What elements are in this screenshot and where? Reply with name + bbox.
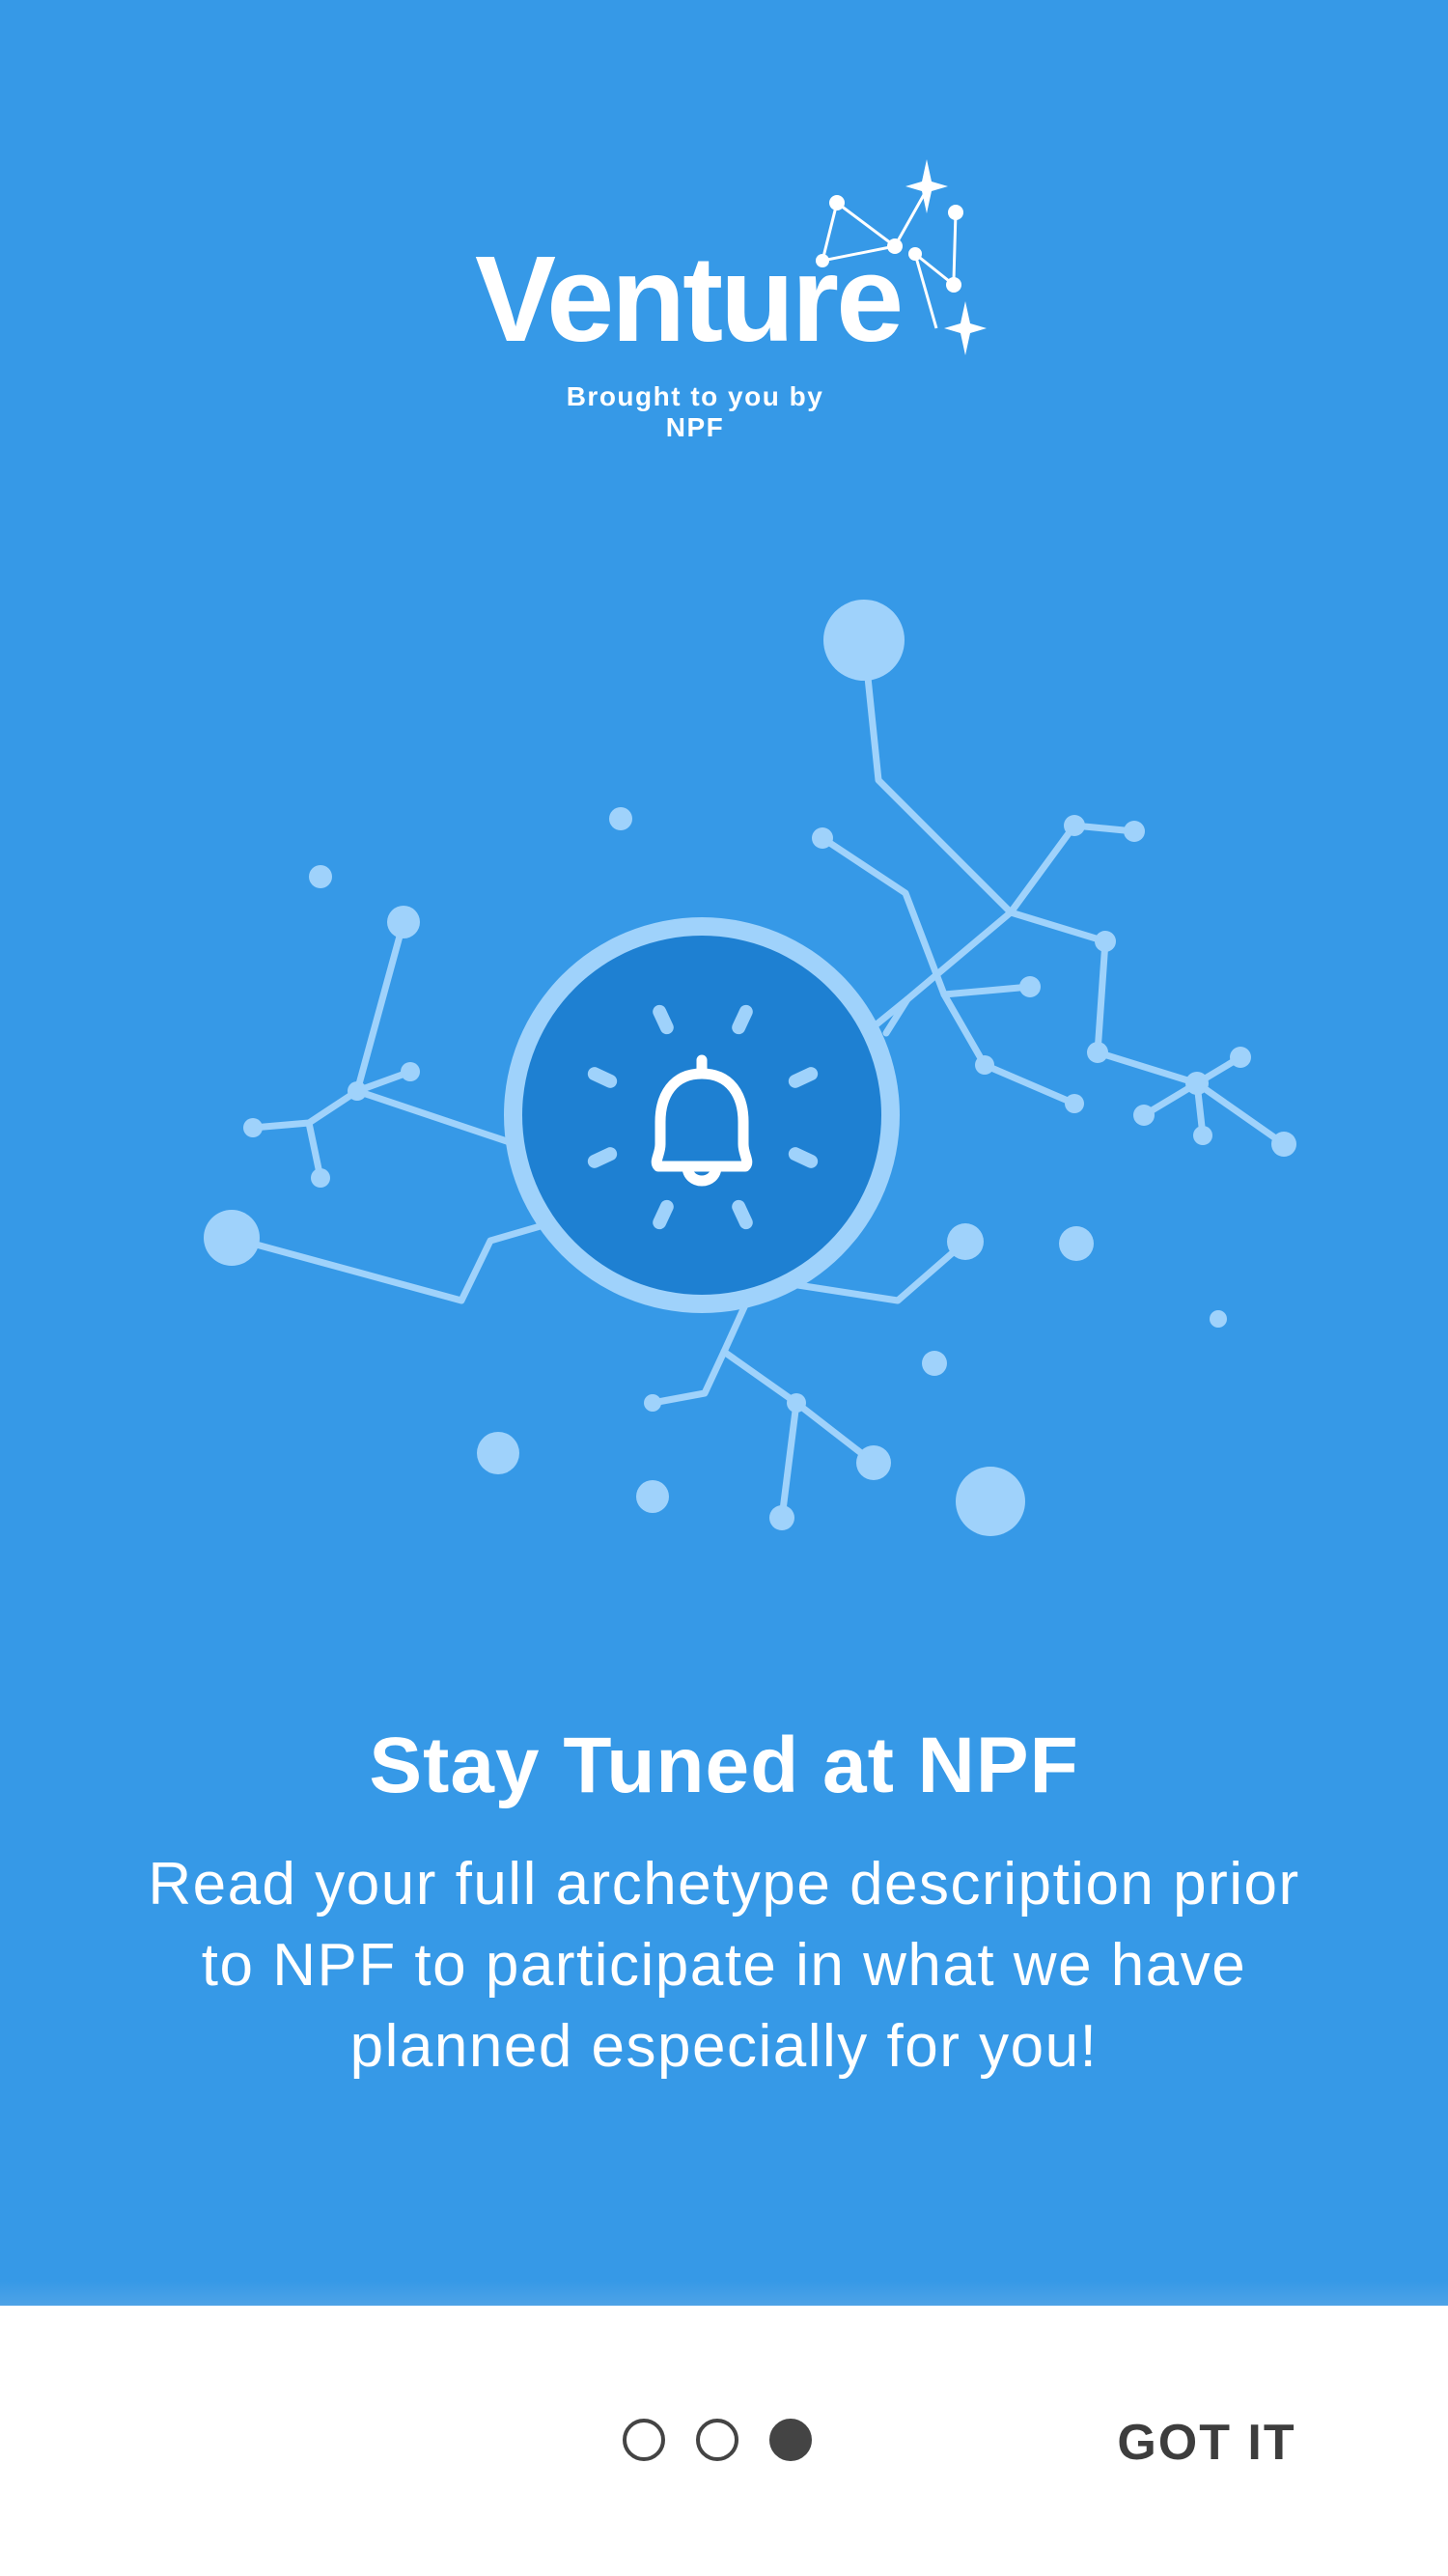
slide-title: Stay Tuned at NPF xyxy=(369,1722,1079,1809)
logo-tagline: Brought to you by NPF xyxy=(566,381,824,442)
got-it-button[interactable]: GOT IT xyxy=(1110,2412,1303,2474)
onboarding-footer: GOT IT xyxy=(0,2306,1448,2576)
page-dot-3-active[interactable] xyxy=(769,2419,812,2461)
slide-description: Read your full archetype description pri… xyxy=(148,1851,1300,2080)
app-logo: Venture Brought to you by NPF xyxy=(454,150,1033,442)
logo-wordmark: Venture xyxy=(475,231,904,367)
notification-illustration xyxy=(204,600,1296,1536)
page-indicator xyxy=(623,2419,812,2467)
onboarding-screen: Venture Brought to you by NPF Stay Tuned… xyxy=(0,0,1448,2576)
hero-panel: Venture Brought to you by NPF Stay Tuned… xyxy=(0,0,1448,2306)
notification-badge xyxy=(504,917,900,1313)
page-dot-2[interactable] xyxy=(696,2419,738,2461)
page-dot-1[interactable] xyxy=(623,2419,665,2461)
